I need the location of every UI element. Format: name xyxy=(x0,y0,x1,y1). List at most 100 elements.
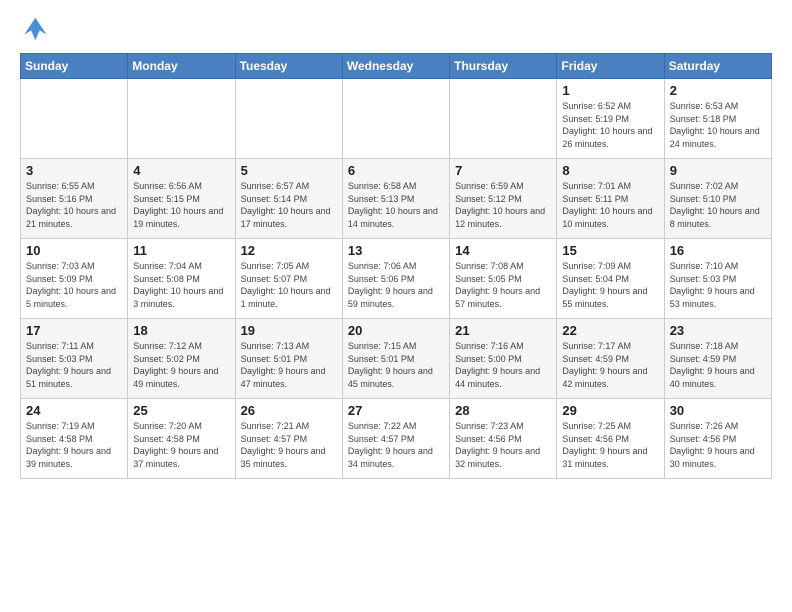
day-info: Sunrise: 7:19 AM Sunset: 4:58 PM Dayligh… xyxy=(26,420,122,470)
calendar-cell xyxy=(21,79,128,159)
calendar-cell: 18 Sunrise: 7:12 AM Sunset: 5:02 PM Dayli… xyxy=(128,319,235,399)
day-number: 2 xyxy=(670,83,766,98)
week-row-5: 24 Sunrise: 7:19 AM Sunset: 4:58 PM Dayli… xyxy=(21,399,772,479)
day-number: 23 xyxy=(670,323,766,338)
day-number: 7 xyxy=(455,163,551,178)
day-info: Sunrise: 7:17 AM Sunset: 4:59 PM Dayligh… xyxy=(562,340,658,390)
calendar-cell: 11 Sunrise: 7:04 AM Sunset: 5:08 PM Dayli… xyxy=(128,239,235,319)
day-number: 18 xyxy=(133,323,229,338)
day-number: 25 xyxy=(133,403,229,418)
day-info: Sunrise: 7:16 AM Sunset: 5:00 PM Dayligh… xyxy=(455,340,551,390)
calendar-cell xyxy=(128,79,235,159)
calendar-cell: 21Sunrise: 7:16 AM Sunset: 5:00 PM Dayli… xyxy=(450,319,557,399)
day-number: 11 xyxy=(133,243,229,258)
day-number: 24 xyxy=(26,403,122,418)
calendar-cell: 10 Sunrise: 7:03 AM Sunset: 5:09 PM Dayli… xyxy=(21,239,128,319)
calendar-table: SundayMondayTuesdayWednesdayThursdayFrid… xyxy=(20,53,772,479)
weekday-sunday: Sunday xyxy=(21,54,128,79)
calendar-cell: 30 Sunrise: 7:26 AM Sunset: 4:56 PM Dayli… xyxy=(664,399,771,479)
day-info: Sunrise: 7:08 AM Sunset: 5:05 PM Dayligh… xyxy=(455,260,551,310)
header xyxy=(20,15,772,43)
weekday-friday: Friday xyxy=(557,54,664,79)
day-number: 6 xyxy=(348,163,444,178)
day-number: 26 xyxy=(241,403,337,418)
day-info: Sunrise: 7:20 AM Sunset: 4:58 PM Dayligh… xyxy=(133,420,229,470)
day-info: Sunrise: 7:18 AM Sunset: 4:59 PM Dayligh… xyxy=(670,340,766,390)
day-number: 17 xyxy=(26,323,122,338)
calendar-cell xyxy=(450,79,557,159)
calendar-cell: 1 Sunrise: 6:52 AM Sunset: 5:19 PM Daylig… xyxy=(557,79,664,159)
day-info: Sunrise: 7:25 AM Sunset: 4:56 PM Dayligh… xyxy=(562,420,658,470)
day-info: Sunrise: 7:26 AM Sunset: 4:56 PM Dayligh… xyxy=(670,420,766,470)
weekday-saturday: Saturday xyxy=(664,54,771,79)
day-number: 27 xyxy=(348,403,444,418)
week-row-1: 1 Sunrise: 6:52 AM Sunset: 5:19 PM Daylig… xyxy=(21,79,772,159)
day-info: Sunrise: 6:57 AM Sunset: 5:14 PM Dayligh… xyxy=(241,180,337,230)
calendar-cell: 17 Sunrise: 7:11 AM Sunset: 5:03 PM Dayli… xyxy=(21,319,128,399)
day-number: 4 xyxy=(133,163,229,178)
logo-icon xyxy=(20,15,48,43)
day-info: Sunrise: 7:13 AM Sunset: 5:01 PM Dayligh… xyxy=(241,340,337,390)
day-info: Sunrise: 7:10 AM Sunset: 5:03 PM Dayligh… xyxy=(670,260,766,310)
day-info: Sunrise: 7:01 AM Sunset: 5:11 PM Dayligh… xyxy=(562,180,658,230)
weekday-tuesday: Tuesday xyxy=(235,54,342,79)
week-row-4: 17 Sunrise: 7:11 AM Sunset: 5:03 PM Dayli… xyxy=(21,319,772,399)
calendar-cell: 19Sunrise: 7:13 AM Sunset: 5:01 PM Dayli… xyxy=(235,319,342,399)
day-number: 15 xyxy=(562,243,658,258)
day-number: 1 xyxy=(562,83,658,98)
calendar-cell: 4 Sunrise: 6:56 AM Sunset: 5:15 PM Daylig… xyxy=(128,159,235,239)
calendar-cell: 24 Sunrise: 7:19 AM Sunset: 4:58 PM Dayli… xyxy=(21,399,128,479)
calendar-cell: 16 Sunrise: 7:10 AM Sunset: 5:03 PM Dayli… xyxy=(664,239,771,319)
calendar-cell xyxy=(235,79,342,159)
day-number: 16 xyxy=(670,243,766,258)
day-number: 8 xyxy=(562,163,658,178)
day-info: Sunrise: 7:22 AM Sunset: 4:57 PM Dayligh… xyxy=(348,420,444,470)
day-number: 3 xyxy=(26,163,122,178)
day-number: 14 xyxy=(455,243,551,258)
calendar-cell: 20 Sunrise: 7:15 AM Sunset: 5:01 PM Dayli… xyxy=(342,319,449,399)
day-info: Sunrise: 7:11 AM Sunset: 5:03 PM Dayligh… xyxy=(26,340,122,390)
day-info: Sunrise: 7:09 AM Sunset: 5:04 PM Dayligh… xyxy=(562,260,658,310)
day-info: Sunrise: 6:56 AM Sunset: 5:15 PM Dayligh… xyxy=(133,180,229,230)
page: SundayMondayTuesdayWednesdayThursdayFrid… xyxy=(0,0,792,489)
calendar-cell: 27 Sunrise: 7:22 AM Sunset: 4:57 PM Dayli… xyxy=(342,399,449,479)
calendar-cell: 13 Sunrise: 7:06 AM Sunset: 5:06 PM Dayli… xyxy=(342,239,449,319)
calendar-cell: 22Sunrise: 7:17 AM Sunset: 4:59 PM Dayli… xyxy=(557,319,664,399)
day-info: Sunrise: 6:58 AM Sunset: 5:13 PM Dayligh… xyxy=(348,180,444,230)
day-number: 28 xyxy=(455,403,551,418)
day-info: Sunrise: 6:55 AM Sunset: 5:16 PM Dayligh… xyxy=(26,180,122,230)
calendar-cell: 2Sunrise: 6:53 AM Sunset: 5:18 PM Daylig… xyxy=(664,79,771,159)
day-number: 9 xyxy=(670,163,766,178)
day-info: Sunrise: 7:15 AM Sunset: 5:01 PM Dayligh… xyxy=(348,340,444,390)
calendar-cell: 25 Sunrise: 7:20 AM Sunset: 4:58 PM Dayli… xyxy=(128,399,235,479)
day-number: 5 xyxy=(241,163,337,178)
calendar-cell: 28 Sunrise: 7:23 AM Sunset: 4:56 PM Dayli… xyxy=(450,399,557,479)
calendar-cell: 9 Sunrise: 7:02 AM Sunset: 5:10 PM Daylig… xyxy=(664,159,771,239)
calendar-cell: 26Sunrise: 7:21 AM Sunset: 4:57 PM Dayli… xyxy=(235,399,342,479)
calendar-cell: 15 Sunrise: 7:09 AM Sunset: 5:04 PM Dayli… xyxy=(557,239,664,319)
calendar-cell: 5 Sunrise: 6:57 AM Sunset: 5:14 PM Daylig… xyxy=(235,159,342,239)
day-info: Sunrise: 7:04 AM Sunset: 5:08 PM Dayligh… xyxy=(133,260,229,310)
calendar-cell xyxy=(342,79,449,159)
day-info: Sunrise: 7:06 AM Sunset: 5:06 PM Dayligh… xyxy=(348,260,444,310)
day-info: Sunrise: 7:05 AM Sunset: 5:07 PM Dayligh… xyxy=(241,260,337,310)
day-number: 12 xyxy=(241,243,337,258)
weekday-wednesday: Wednesday xyxy=(342,54,449,79)
week-row-3: 10 Sunrise: 7:03 AM Sunset: 5:09 PM Dayli… xyxy=(21,239,772,319)
day-number: 20 xyxy=(348,323,444,338)
calendar-cell: 7Sunrise: 6:59 AM Sunset: 5:12 PM Daylig… xyxy=(450,159,557,239)
day-number: 10 xyxy=(26,243,122,258)
weekday-thursday: Thursday xyxy=(450,54,557,79)
day-number: 30 xyxy=(670,403,766,418)
day-info: Sunrise: 7:23 AM Sunset: 4:56 PM Dayligh… xyxy=(455,420,551,470)
weekday-monday: Monday xyxy=(128,54,235,79)
logo xyxy=(20,15,52,43)
day-info: Sunrise: 7:12 AM Sunset: 5:02 PM Dayligh… xyxy=(133,340,229,390)
day-number: 13 xyxy=(348,243,444,258)
day-number: 29 xyxy=(562,403,658,418)
calendar-cell: 14 Sunrise: 7:08 AM Sunset: 5:05 PM Dayli… xyxy=(450,239,557,319)
day-info: Sunrise: 6:52 AM Sunset: 5:19 PM Dayligh… xyxy=(562,100,658,150)
day-info: Sunrise: 7:02 AM Sunset: 5:10 PM Dayligh… xyxy=(670,180,766,230)
week-row-2: 3 Sunrise: 6:55 AM Sunset: 5:16 PM Daylig… xyxy=(21,159,772,239)
day-info: Sunrise: 7:03 AM Sunset: 5:09 PM Dayligh… xyxy=(26,260,122,310)
